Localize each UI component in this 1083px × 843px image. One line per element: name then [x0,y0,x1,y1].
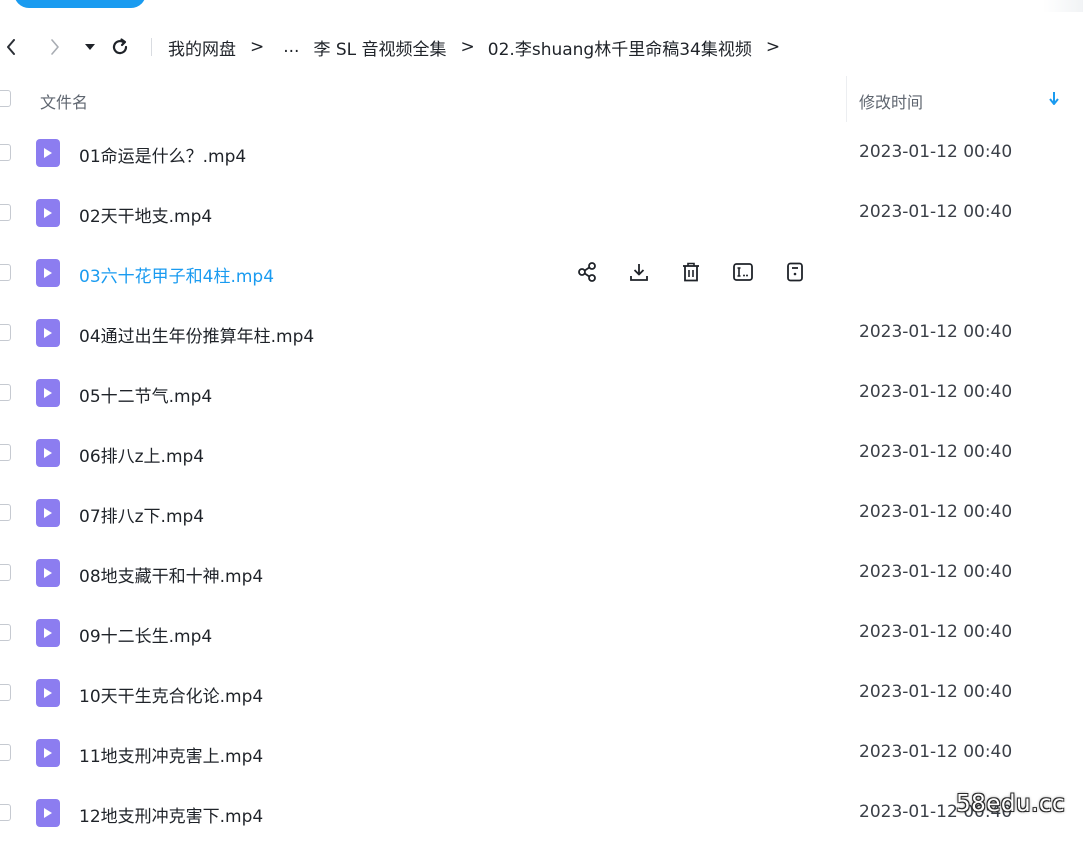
file-name[interactable]: 03六十花甲子和4柱.mp4 [79,262,274,287]
delete-icon[interactable] [678,259,704,285]
watermark: 58edu.cc [956,791,1066,817]
row-checkbox[interactable] [0,504,11,521]
file-name[interactable]: 09十二长生.mp4 [79,622,212,647]
file-row[interactable]: 05十二节气.mp4 2023-01-12 00:40 [0,363,1083,423]
file-row[interactable]: 01命运是什么？.mp4 2023-01-12 00:40 [0,123,1083,183]
sort-descending-icon[interactable] [1046,88,1062,108]
row-actions [574,259,834,287]
file-modified-time: 2023-01-12 00:40 [859,202,1013,222]
breadcrumb-folder-parent[interactable]: 李 SL 音视频全集 [313,35,446,60]
file-modified-time: 2023-01-12 00:40 [859,562,1013,582]
history-dropdown-icon[interactable] [82,38,98,56]
video-file-icon [36,319,60,347]
file-row[interactable]: 10天干生克合化论.mp4 2023-01-12 00:40 [0,663,1083,723]
file-modified-time: 2023-01-12 00:40 [859,622,1013,642]
file-name[interactable]: 02天干地支.mp4 [79,202,212,227]
video-file-icon [36,739,60,767]
row-checkbox[interactable] [0,744,11,761]
back-icon[interactable] [2,36,20,58]
file-modified-time: 2023-01-12 00:40 [859,442,1013,462]
file-name[interactable]: 07排八z下.mp4 [79,502,204,527]
video-file-icon [36,199,60,227]
video-file-icon [36,499,60,527]
file-name[interactable]: 04通过出生年份推算年柱.mp4 [79,322,314,347]
file-row[interactable]: 08地支藏干和十神.mp4 2023-01-12 00:40 [0,543,1083,603]
nav-divider [151,38,152,56]
row-checkbox[interactable] [0,684,11,701]
row-checkbox[interactable] [0,804,11,821]
column-divider[interactable] [846,76,847,122]
file-name[interactable]: 06排八z上.mp4 [79,442,204,467]
top-right-shadow [1043,0,1083,12]
breadcrumb-separator-icon: > [765,37,781,57]
file-name[interactable]: 10天干生克合化论.mp4 [79,682,263,707]
refresh-icon[interactable] [108,35,132,59]
row-checkbox[interactable] [0,324,11,341]
select-all-checkbox[interactable] [0,90,11,107]
file-name[interactable]: 01命运是什么？.mp4 [79,142,246,167]
file-row[interactable]: 04通过出生年份推算年柱.mp4 2023-01-12 00:40 [0,303,1083,363]
row-checkbox[interactable] [0,624,11,641]
video-file-icon [36,259,60,287]
file-row[interactable]: 11地支刑冲克害上.mp4 2023-01-12 00:40 [0,723,1083,783]
video-file-icon [36,679,60,707]
file-modified-time: 2023-01-12 00:40 [859,742,1013,762]
file-row[interactable]: 09十二长生.mp4 2023-01-12 00:40 [0,603,1083,663]
row-checkbox[interactable] [0,144,11,161]
row-checkbox[interactable] [0,564,11,581]
file-modified-time: 2023-01-12 00:40 [859,502,1013,522]
file-list-header: 文件名 修改时间 [0,76,1083,122]
row-checkbox[interactable] [0,384,11,401]
file-row[interactable]: 06排八z上.mp4 2023-01-12 00:40 [0,423,1083,483]
breadcrumb: 我的网盘 > ... 李 SL 音视频全集 > 02.李shuang林千里命稿3… [168,30,793,64]
video-file-icon [36,799,60,827]
upload-button[interactable] [14,0,146,8]
video-file-icon [36,439,60,467]
forward-icon[interactable] [46,36,64,58]
breadcrumb-separator-icon: > [460,37,475,57]
file-modified-time: 2023-01-12 00:40 [859,382,1013,402]
download-icon[interactable] [626,259,652,285]
file-row[interactable]: 07排八z下.mp4 2023-01-12 00:40 [0,483,1083,543]
column-header-modified[interactable]: 修改时间 [859,89,923,113]
navigation-bar: 我的网盘 > ... 李 SL 音视频全集 > 02.李shuang林千里命稿3… [0,30,1083,64]
row-checkbox[interactable] [0,444,11,461]
file-row[interactable]: 02天干地支.mp4 2023-01-12 00:40 [0,183,1083,243]
video-file-icon [36,379,60,407]
video-file-icon [36,619,60,647]
video-file-icon [36,139,60,167]
more-icon[interactable] [782,259,808,285]
file-name[interactable]: 05十二节气.mp4 [79,382,212,407]
breadcrumb-ellipsis[interactable]: ... [283,37,299,57]
file-row-hovered[interactable]: 03六十花甲子和4柱.mp4 [0,243,1083,303]
video-file-icon [36,559,60,587]
file-name[interactable]: 11地支刑冲克害上.mp4 [79,742,263,767]
file-modified-time: 2023-01-12 00:40 [859,682,1013,702]
breadcrumb-root[interactable]: 我的网盘 [168,35,236,60]
file-name[interactable]: 08地支藏干和十神.mp4 [79,562,263,587]
rename-icon[interactable] [730,259,756,285]
file-name[interactable]: 12地支刑冲克害下.mp4 [79,802,263,827]
file-modified-time: 2023-01-12 00:40 [859,142,1013,162]
breadcrumb-separator-icon: > [250,37,265,57]
column-header-name[interactable]: 文件名 [40,89,88,113]
file-row[interactable]: 12地支刑冲克害下.mp4 2023-01-12 00:40 [0,783,1083,843]
file-modified-time: 2023-01-12 00:40 [859,322,1013,342]
breadcrumb-folder-current[interactable]: 02.李shuang林千里命稿34集视频 [488,35,752,60]
row-checkbox[interactable] [0,204,11,221]
row-checkbox[interactable] [0,264,11,281]
share-icon[interactable] [574,259,600,285]
